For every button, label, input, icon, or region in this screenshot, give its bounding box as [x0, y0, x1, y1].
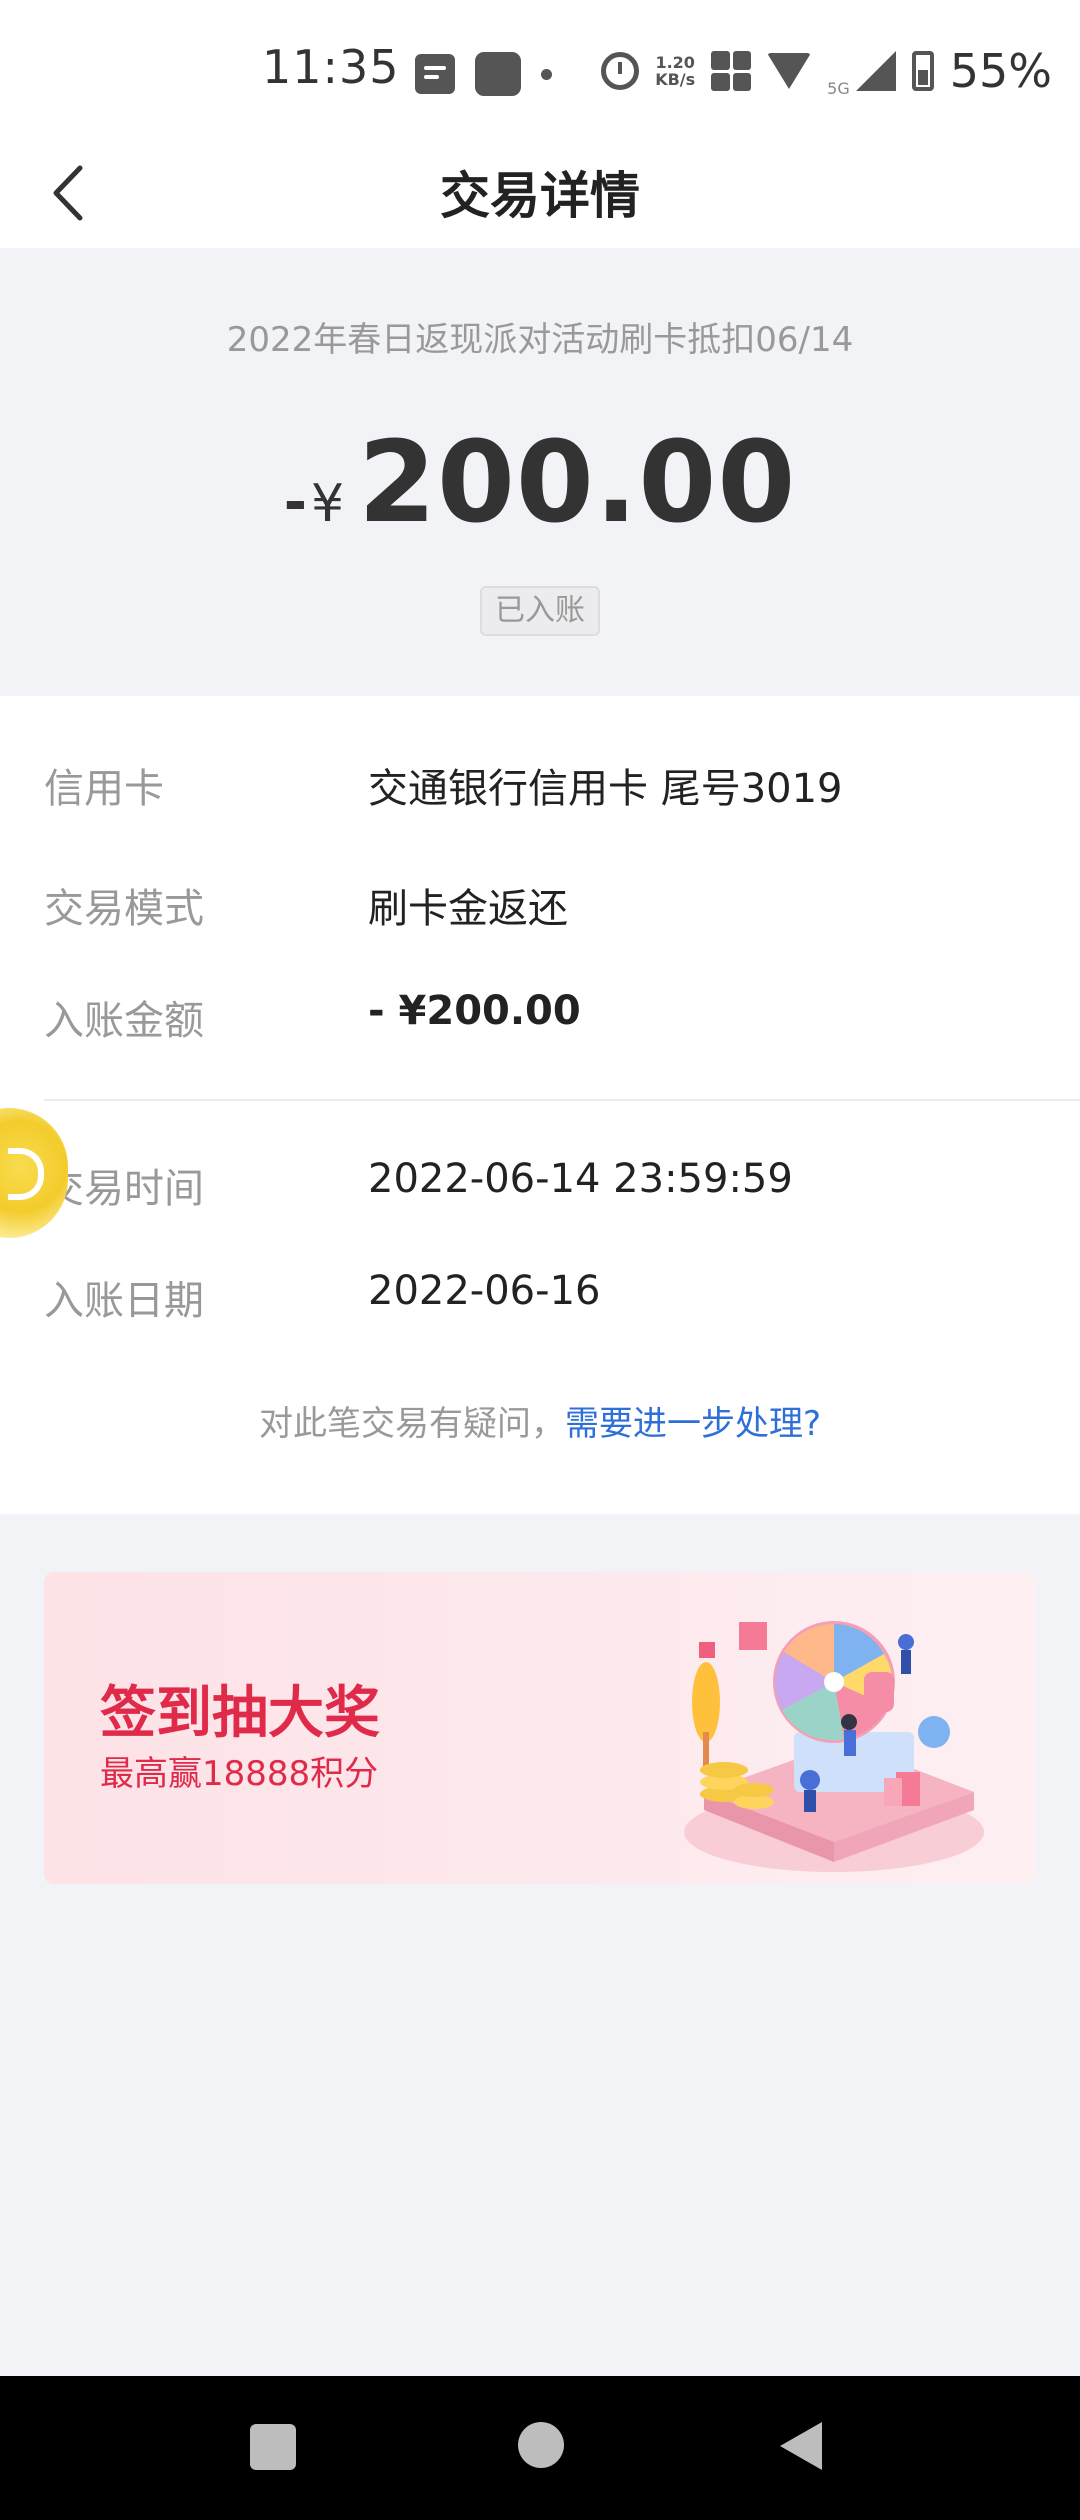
back-triangle-icon[interactable] — [780, 2422, 822, 2470]
message-notification-icon — [415, 54, 455, 94]
detail-row-mode: 交易模式 刷卡金返还 — [44, 876, 1080, 936]
network-speed-unit: KB/s — [655, 70, 696, 89]
transaction-details: 信用卡 交通银行信用卡 尾号3019 交易模式 刷卡金返还 入账金额 - ¥20… — [0, 696, 1080, 1514]
network-type: 5G — [827, 79, 850, 98]
status-time: 11:35 — [262, 40, 400, 94]
transaction-amount: - ¥ 200.00 — [0, 418, 1080, 548]
dispute-text: 对此笔交易有疑问， — [258, 1404, 565, 1444]
amount-sign: - — [283, 470, 307, 535]
detail-value: 2022-06-14 23:59:59 — [368, 1156, 793, 1202]
app-header: 交易详情 — [0, 140, 1080, 248]
banner-title: 签到抽大奖 — [100, 1681, 380, 1746]
detail-value: 刷卡金返还 — [368, 886, 568, 932]
detail-value: 2022-06-16 — [368, 1268, 601, 1314]
detail-value: 交通银行信用卡 尾号3019 — [368, 766, 843, 812]
signal-icon — [855, 51, 896, 91]
hd-icon — [711, 51, 752, 91]
system-navigation-bar — [0, 2376, 1080, 2520]
detail-value: - ¥200.00 — [368, 988, 581, 1034]
detail-label: 入账日期 — [44, 1278, 204, 1324]
status-badge: 已入账 — [480, 586, 600, 636]
dispute-link[interactable]: 需要进一步处理? — [565, 1404, 821, 1444]
detail-label: 交易时间 — [44, 1166, 204, 1212]
page-title: 交易详情 — [440, 167, 640, 225]
alarm-icon — [601, 52, 640, 90]
status-notification-icons — [415, 52, 552, 96]
detail-label: 入账金额 — [44, 998, 204, 1044]
more-notifications-dot-icon — [541, 68, 552, 80]
wifi-icon — [767, 53, 812, 89]
recent-apps-icon[interactable] — [250, 2424, 296, 2470]
lottery-wheel-illustration — [684, 1621, 984, 1872]
network-speed-value: 1.20 — [655, 53, 695, 72]
home-icon[interactable] — [518, 2422, 564, 2468]
divider — [44, 1099, 1080, 1101]
banner-subtitle: 最高赢18888积分 — [100, 1754, 379, 1794]
detail-label: 交易模式 — [44, 886, 204, 932]
promo-banner[interactable]: 签到抽大奖 最高赢18888积分 — [44, 1572, 1036, 1884]
amount-value: 200.00 — [358, 418, 797, 548]
detail-row-posting-date: 入账日期 2022-06-16 — [44, 1268, 1080, 1328]
detail-row-posted-amount: 入账金额 - ¥200.00 — [44, 988, 1080, 1048]
transaction-description: 2022年春日返现派对活动刷卡抵扣06/14 — [226, 320, 854, 360]
network-speed: 1.20 KB/s — [655, 54, 695, 88]
battery-percent: 55% — [949, 44, 1052, 98]
battery-icon — [911, 51, 934, 91]
status-bar: 11:35 1.20 KB/s 5G 55% — [0, 0, 1080, 140]
detail-row-transaction-time: 交易时间 2022-06-14 23:59:59 — [44, 1156, 1080, 1216]
transaction-summary: 2022年春日返现派对活动刷卡抵扣06/14 - ¥ 200.00 已入账 — [0, 248, 1080, 696]
detail-row-card: 信用卡 交通银行信用卡 尾号3019 — [44, 756, 1080, 816]
amount-currency: ¥ — [310, 474, 345, 534]
detail-label: 信用卡 — [44, 766, 164, 812]
dispute-prompt: 对此笔交易有疑问，需要进一步处理? — [0, 1396, 1080, 1445]
app-notification-icon — [475, 52, 521, 96]
status-system-icons: 1.20 KB/s 5G 55% — [601, 44, 1052, 98]
